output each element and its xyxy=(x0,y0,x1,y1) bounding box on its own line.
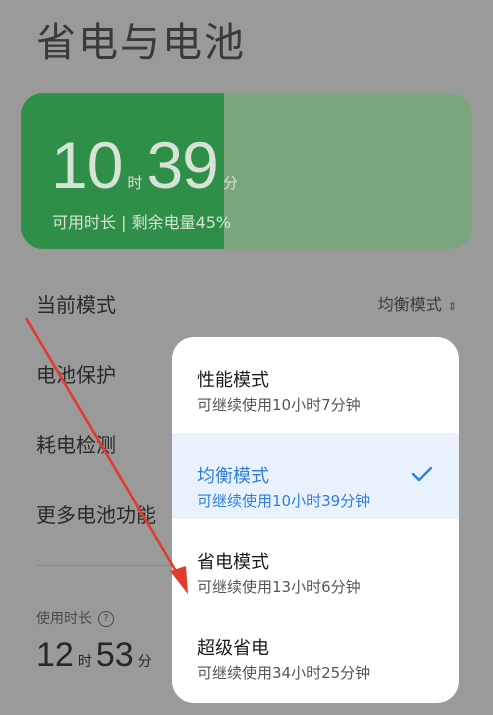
mode-dropdown-menu: 性能模式 可继续使用10小时7分钟 均衡模式 可继续使用10小时39分钟 省电模… xyxy=(172,337,459,703)
mode-option-subtitle: 可继续使用10小时7分钟 xyxy=(197,396,361,414)
usage-label: 使用时长? xyxy=(36,608,114,628)
mode-option-title: 均衡模式 xyxy=(197,466,269,487)
usage-time: 12 时 53 分 xyxy=(36,636,156,675)
remaining-hours: 10 xyxy=(51,128,123,202)
mode-option-subtitle: 可继续使用34小时25分钟 xyxy=(197,664,371,682)
mode-option-subtitle: 可继续使用10小时39分钟 xyxy=(197,492,371,510)
usage-hours-unit: 时 xyxy=(77,654,92,670)
mode-option-subtitle: 可继续使用13小时6分钟 xyxy=(197,578,361,596)
battery-subtitle: 可用时长 | 剩余电量45% xyxy=(52,213,232,232)
current-mode-value: 均衡模式 xyxy=(377,295,442,314)
help-icon[interactable]: ? xyxy=(98,611,114,627)
battery-protect-item[interactable]: 电池保护 xyxy=(36,359,116,388)
minutes-unit: 分 xyxy=(222,174,238,192)
mode-option-title: 超级省电 xyxy=(197,638,269,659)
usage-label-text: 使用时长 xyxy=(36,611,92,627)
hours-unit: 时 xyxy=(127,174,143,192)
current-mode-label: 当前模式 xyxy=(36,293,116,317)
mode-option-performance[interactable]: 性能模式 可继续使用10小时7分钟 xyxy=(172,337,459,423)
mode-option-ultra-saving[interactable]: 超级省电 可继续使用34小时25分钟 xyxy=(172,605,459,691)
remaining-time: 10 时39 分 xyxy=(51,127,242,203)
chevron-up-down-icon: ⇕ xyxy=(447,300,457,313)
consumption-check-item[interactable]: 耗电检测 xyxy=(36,429,116,458)
more-battery-features-item[interactable]: 更多电池功能 xyxy=(36,499,156,528)
mode-option-balanced[interactable]: 均衡模式 可继续使用10小时39分钟 xyxy=(172,433,459,519)
usage-minutes: 53 xyxy=(95,636,134,674)
remaining-minutes: 39 xyxy=(146,128,218,202)
usage-hours: 12 xyxy=(36,636,74,674)
battery-card[interactable]: 10 时39 分 可用时长 | 剩余电量45% xyxy=(21,93,472,249)
divider xyxy=(36,565,176,566)
mode-option-power-saving[interactable]: 省电模式 可继续使用13小时6分钟 xyxy=(172,519,459,605)
checkmark-icon xyxy=(411,466,433,482)
usage-minutes-unit: 分 xyxy=(137,654,152,670)
mode-option-title: 省电模式 xyxy=(197,552,269,573)
current-mode-selector[interactable]: 均衡模式 ⇕ xyxy=(378,291,457,315)
page-title: 省电与电池 xyxy=(36,20,246,66)
mode-option-title: 性能模式 xyxy=(197,370,269,391)
